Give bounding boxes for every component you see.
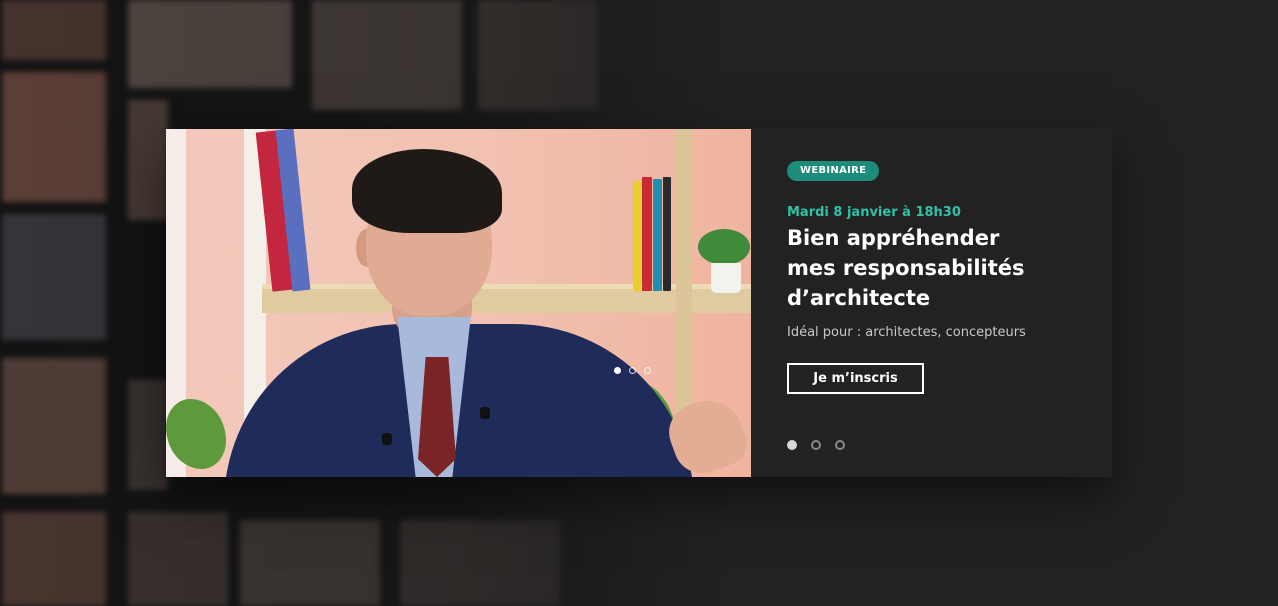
register-button[interactable]: Je m’inscris [787,363,924,394]
webinar-hero-card: WEBINAIRE Mardi 8 janvier à 18h30 Bien a… [166,129,1112,477]
webinar-audience: Idéal pour : architectes, concepteurs [787,325,1026,340]
webinar-title-line: Bien appréhender [787,226,1000,250]
webinar-title-line: d’architecte [787,286,931,310]
book [663,177,671,291]
book [633,181,641,291]
carousel-dot-2[interactable] [811,440,821,450]
webinar-title-line: mes responsabilités [787,256,1025,280]
webinar-badge: WEBINAIRE [787,161,880,181]
lapel-mic-icon [480,407,490,419]
book [653,179,662,291]
carousel-dot-1[interactable] [787,440,797,450]
book [642,177,652,291]
dot-icon [614,367,621,374]
lapel-mic-icon [382,433,392,445]
webinar-info-panel: WEBINAIRE Mardi 8 janvier à 18h30 Bien a… [751,129,1112,477]
webinar-date: Mardi 8 janvier à 18h30 [787,205,961,220]
webinar-title: Bien appréhender mes responsabilités d’a… [787,223,1087,313]
carousel-dot-3[interactable] [835,440,845,450]
plant-pot [711,263,741,293]
dot-icon [629,367,636,374]
video-slide-indicator [614,367,651,374]
webinar-video-thumbnail[interactable] [166,129,751,477]
presenter-hair [352,149,502,233]
dot-icon [644,367,651,374]
carousel-pagination [787,440,845,450]
